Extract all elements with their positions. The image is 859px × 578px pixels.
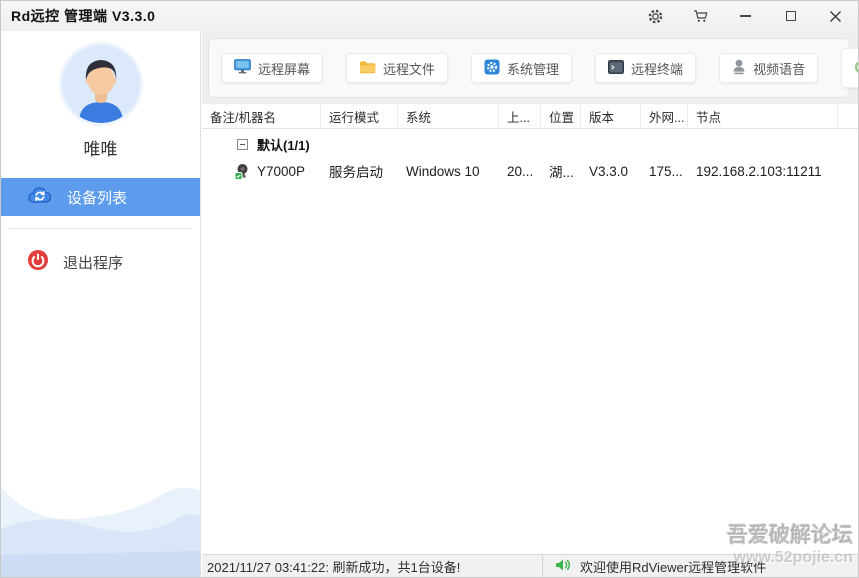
tool-button-label: 系统管理 <box>507 59 559 78</box>
sidebar: 唯唯 设备列表 退出程序 <box>1 31 201 577</box>
status-welcome-text: 欢迎使用RdViewer远程管理软件 <box>580 557 766 576</box>
col-header-version[interactable]: 版本 <box>581 104 641 128</box>
monitor-icon <box>234 59 251 77</box>
avatar-wrap <box>1 45 200 123</box>
table-row[interactable]: Y7000P 服务启动 Windows 10 20... 湖... V3.3.0… <box>202 157 858 185</box>
col-header-wan[interactable]: 外网... <box>641 104 688 128</box>
device-location: 湖... <box>541 161 581 181</box>
sidebar-item-exit[interactable]: 退出程序 <box>1 243 200 281</box>
settings-button[interactable] <box>633 1 678 31</box>
refresh-spinner-icon <box>854 59 859 78</box>
sidebar-wave-decoration <box>1 467 200 577</box>
remote-terminal-button[interactable]: 远程终端 <box>595 53 696 83</box>
power-icon <box>27 249 49 275</box>
col-header-mode[interactable]: 运行模式 <box>321 104 398 128</box>
app-window: Rd远控 管理端 V3.3.0 <box>0 0 859 578</box>
system-gear-icon <box>484 59 500 78</box>
main-area: 远程屏幕 远程文件 <box>202 31 858 577</box>
device-name-cell: Y7000P <box>202 163 321 180</box>
sidebar-item-label: 退出程序 <box>63 252 123 273</box>
gear-icon <box>647 8 664 25</box>
cart-button[interactable] <box>678 1 723 31</box>
toolbar-strip: 远程屏幕 远程文件 <box>202 31 858 104</box>
device-version: V3.3.0 <box>581 164 641 179</box>
device-icon <box>234 163 250 180</box>
refresh-button[interactable] <box>841 48 859 88</box>
col-header-uptime[interactable]: 上... <box>499 104 541 128</box>
cart-icon <box>693 9 709 24</box>
titlebar-controls <box>633 1 858 31</box>
device-mode: 服务启动 <box>321 161 398 181</box>
minimize-button[interactable] <box>723 1 768 31</box>
username: 唯唯 <box>1 135 200 160</box>
minimize-icon <box>740 15 751 17</box>
tool-button-label: 远程终端 <box>631 59 683 78</box>
group-label: 默认(1/1) <box>257 135 310 154</box>
toolbar-panel: 远程屏幕 远程文件 <box>208 38 850 98</box>
tool-button-label: 远程文件 <box>383 59 435 78</box>
col-header-location[interactable]: 位置 <box>541 104 581 128</box>
col-header-node[interactable]: 节点 <box>688 104 838 128</box>
avatar[interactable] <box>62 45 140 123</box>
status-welcome-wrap: 欢迎使用RdViewer远程管理软件 <box>543 557 766 576</box>
status-message: 2021/11/27 03:41:22: 刷新成功，共1台设备! <box>202 555 543 577</box>
device-name: Y7000P <box>257 164 305 179</box>
terminal-icon <box>608 60 624 77</box>
system-management-button[interactable]: 系统管理 <box>471 53 572 83</box>
device-uptime: 20... <box>499 164 541 179</box>
device-os: Windows 10 <box>398 164 499 179</box>
webcam-person-icon <box>732 59 746 78</box>
video-voice-button[interactable]: 视频语音 <box>719 53 818 83</box>
col-header-name[interactable]: 备注/机器名 <box>202 104 321 128</box>
collapse-icon[interactable] <box>237 139 248 150</box>
col-header-filler <box>838 104 858 128</box>
close-button[interactable] <box>813 1 858 31</box>
device-node: 192.168.2.103:11211 <box>688 164 838 179</box>
statusbar: 2021/11/27 03:41:22: 刷新成功，共1台设备! 欢迎使用RdV… <box>202 554 858 577</box>
remote-files-button[interactable]: 远程文件 <box>346 53 448 83</box>
remote-screen-button[interactable]: 远程屏幕 <box>221 53 323 83</box>
speaker-icon <box>555 558 571 575</box>
col-header-os[interactable]: 系统 <box>398 104 499 128</box>
tool-button-label: 远程屏幕 <box>258 59 310 78</box>
device-group-row[interactable]: 默认(1/1) <box>202 131 858 157</box>
window-title: Rd远控 管理端 V3.3.0 <box>1 6 155 26</box>
device-wan: 175... <box>641 164 688 179</box>
folder-icon <box>359 60 376 77</box>
sidebar-item-device-list[interactable]: 设备列表 <box>1 178 200 216</box>
device-table-header: 备注/机器名 运行模式 系统 上... 位置 版本 外网... 节点 <box>202 104 858 129</box>
close-icon <box>829 10 842 23</box>
maximize-icon <box>786 11 796 21</box>
sidebar-item-label: 设备列表 <box>67 187 127 208</box>
maximize-button[interactable] <box>768 1 813 31</box>
sidebar-divider <box>9 228 192 229</box>
cloud-sync-icon <box>27 185 53 209</box>
titlebar: Rd远控 管理端 V3.3.0 <box>1 1 858 31</box>
tool-button-label: 视频语音 <box>753 59 805 78</box>
